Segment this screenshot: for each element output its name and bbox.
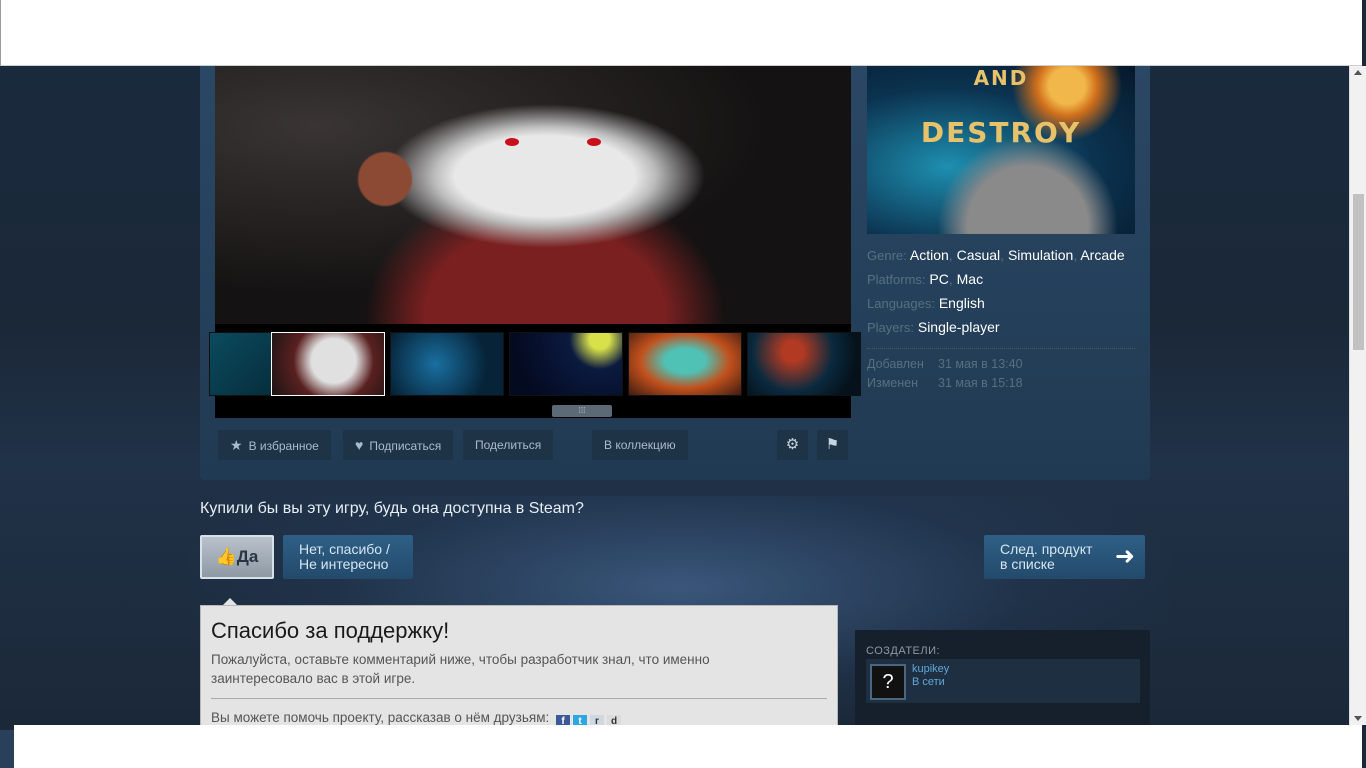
languages-label: Languages:	[867, 296, 935, 311]
scroll-up-icon[interactable]	[1354, 70, 1362, 75]
languages-row: Languages: English	[867, 294, 1137, 318]
creator-card[interactable]: ? kupikey В сети	[866, 659, 1140, 703]
screenshot-thumbnail[interactable]	[390, 332, 504, 396]
capsule-title-line1: AND	[973, 66, 1029, 90]
platform-link[interactable]: PC	[929, 271, 948, 287]
share-button[interactable]: Поделиться	[463, 430, 554, 460]
genre-row: Genre: Action, Casual, Simulation, Arcad…	[867, 247, 1125, 263]
vote-yes-button[interactable]: 👍Да	[200, 535, 274, 579]
vote-yes-label: Да	[236, 547, 259, 566]
share-label: Поделиться	[475, 438, 542, 452]
creators-panel: СОЗДАТЕЛИ: ? kupikey В сети	[855, 630, 1150, 730]
genre-link[interactable]: Action	[910, 247, 949, 263]
thanks-panel: Спасибо за поддержку! Пожалуйста, оставь…	[200, 605, 838, 730]
creator-name[interactable]: kupikey	[912, 663, 949, 675]
favorite-button[interactable]: ★ В избранное	[218, 430, 331, 460]
updated-row: Изменен 31 мая в 15:18	[867, 376, 1137, 395]
creature-eye	[505, 138, 519, 146]
gear-icon[interactable]: ⚙	[777, 430, 808, 460]
avatar[interactable]: ?	[870, 664, 906, 700]
page-scrollbar[interactable]	[1349, 66, 1366, 725]
updated-value: 31 мая в 15:18	[938, 376, 1023, 390]
main-screenshot[interactable]	[215, 66, 851, 324]
players-label: Players:	[867, 320, 914, 335]
screenshot-thumbnail[interactable]	[628, 332, 742, 396]
taskbar-corner	[0, 730, 14, 768]
thumbs-up-icon: 👍	[215, 547, 237, 566]
game-details: Genre: Action, Casual, Simulation, Arcad…	[867, 246, 1137, 395]
thanks-description: Пожалуйста, оставьте комментарий ниже, ч…	[211, 652, 710, 686]
scroll-down-icon[interactable]	[1354, 716, 1362, 721]
vote-no-label-line2: Не интересно	[299, 556, 389, 572]
screenshot-thumbnail[interactable]	[509, 332, 623, 396]
browser-top-area	[0, 0, 1362, 66]
follow-button[interactable]: ♥ Подписаться	[343, 430, 454, 460]
added-label: Добавлен	[867, 357, 924, 371]
arrow-right-icon: ➜	[1114, 543, 1135, 570]
platform-link[interactable]: Mac	[957, 271, 983, 287]
game-capsule-image: AND DESTROY	[867, 66, 1135, 234]
players-link[interactable]: Single-player	[918, 319, 1000, 335]
browser-bottom-area	[14, 725, 1362, 768]
filmstrip-scroll-handle[interactable]: ⁞⁞⁞	[552, 405, 612, 417]
updated-label: Изменен	[867, 376, 919, 390]
vote-no-button[interactable]: Нет, спасибо / Не интересно	[283, 535, 413, 579]
platforms-row: Platforms: PC, Mac	[867, 271, 984, 287]
thanks-title: Спасибо за поддержку!	[211, 618, 450, 643]
creature-eye	[587, 138, 601, 146]
star-icon: ★	[230, 437, 243, 453]
scrollbar-thumb[interactable]	[1353, 194, 1364, 350]
vote-no-label-line1: Нет, спасибо /	[299, 541, 390, 557]
follow-label: Подписаться	[369, 439, 442, 453]
screenshot-thumbnail-selected[interactable]	[271, 332, 385, 396]
vote-question: Купили бы вы эту игру, будь она доступна…	[200, 500, 584, 517]
next-product-button[interactable]: След. продукт в списке ➜	[984, 535, 1145, 579]
share-text: Вы можете помочь проекту, рассказав о нё…	[211, 710, 550, 725]
game-panel: ⁞⁞⁞ AND DESTROY Genre: Action, Casual, S…	[200, 66, 1150, 480]
players-row: Players: Single-player	[867, 318, 1137, 342]
details-divider	[867, 348, 1135, 349]
platforms-label: Platforms:	[867, 272, 926, 287]
genre-link[interactable]: Simulation	[1008, 247, 1073, 263]
screenshot-filmstrip: ⁞⁞⁞	[209, 324, 861, 418]
flag-icon[interactable]: ⚑	[817, 430, 848, 460]
added-value: 31 мая в 13:40	[938, 357, 1023, 371]
add-to-collection-button[interactable]: В коллекцию	[592, 430, 688, 460]
genre-link[interactable]: Casual	[957, 247, 1001, 263]
screenshot-thumbnail[interactable]	[747, 332, 861, 396]
heart-plus-icon: ♥	[355, 437, 364, 453]
added-row: Добавлен 31 мая в 13:40	[867, 357, 1137, 376]
language-link[interactable]: English	[939, 295, 985, 311]
creator-status: В сети	[912, 676, 945, 688]
genre-label: Genre:	[867, 248, 907, 263]
capsule-title-line2: DESTROY	[920, 116, 1082, 149]
creators-title: СОЗДАТЕЛИ:	[866, 645, 941, 657]
collection-label: В коллекцию	[604, 438, 676, 452]
favorite-label: В избранное	[248, 439, 319, 453]
thanks-divider	[211, 698, 827, 699]
genre-link[interactable]: Arcade	[1080, 247, 1124, 263]
